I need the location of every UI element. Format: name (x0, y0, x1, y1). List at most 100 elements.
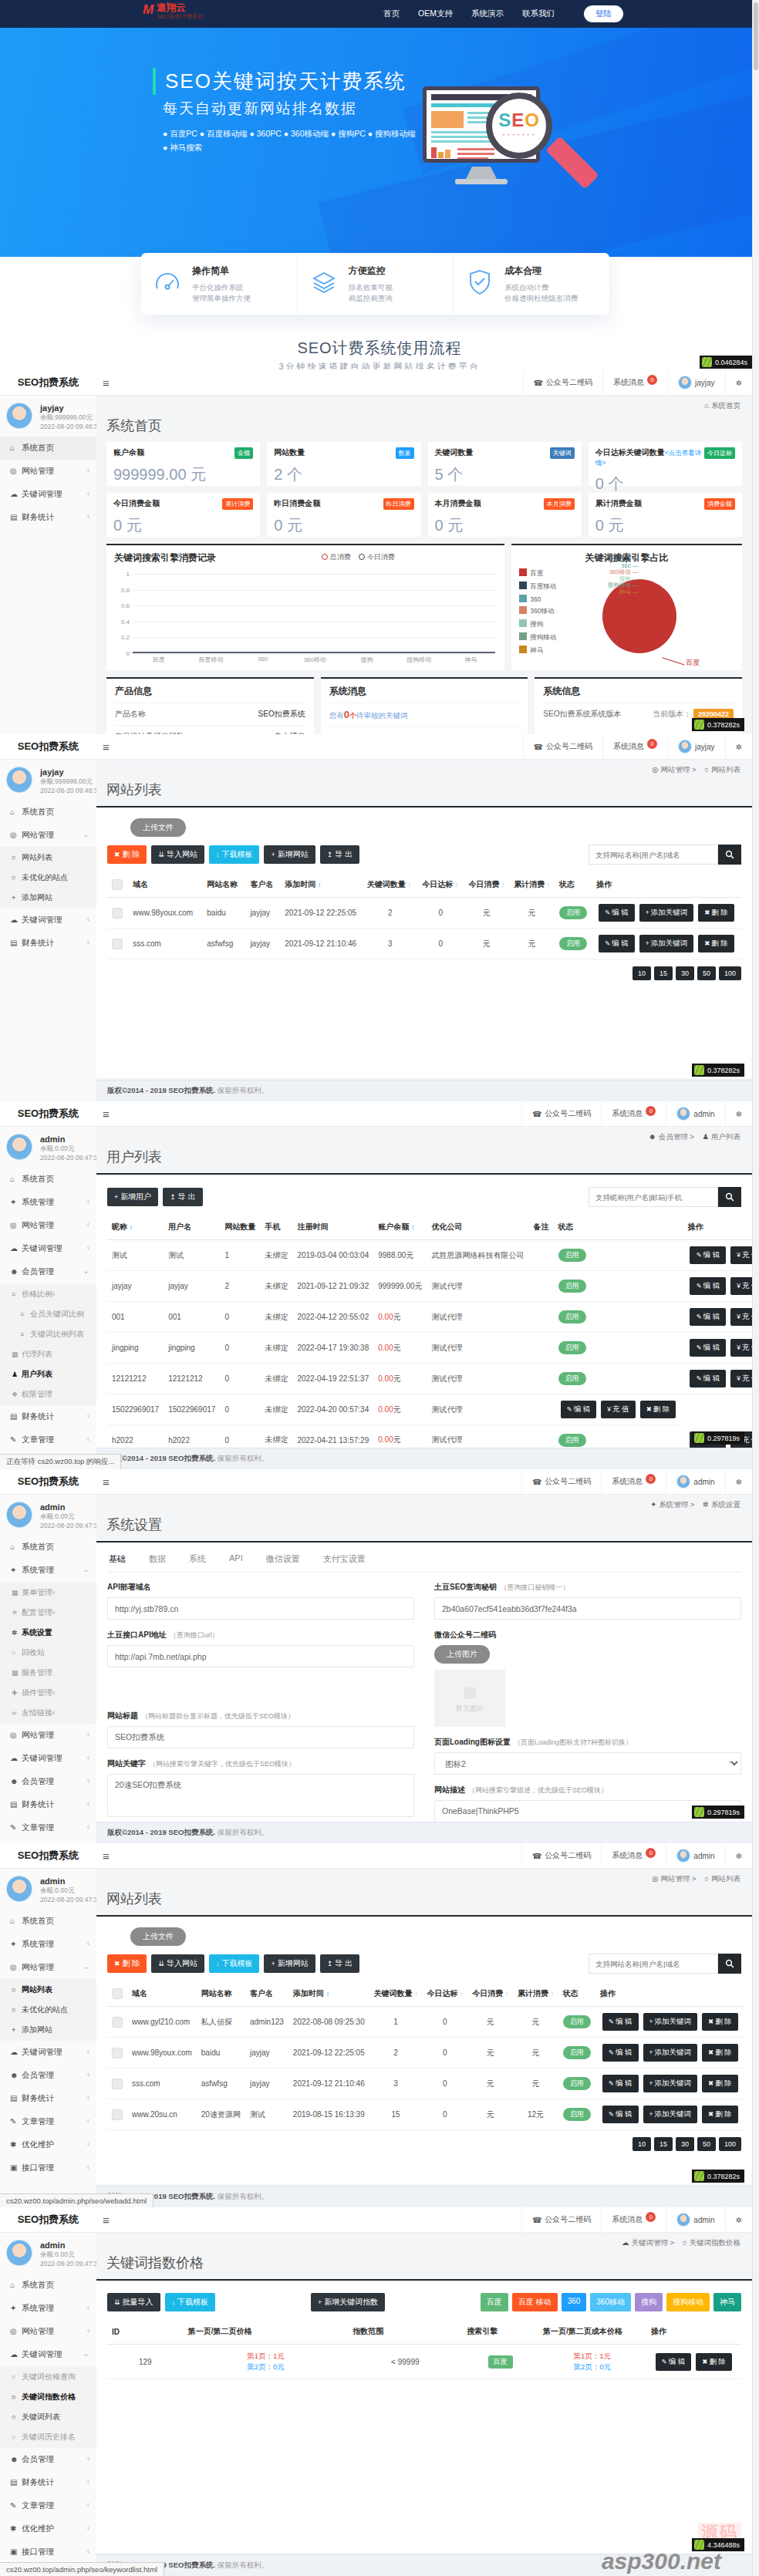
sidebar-item[interactable]: ✦系统管理‹ (0, 1191, 96, 1214)
select-all-checkbox[interactable] (112, 1988, 123, 1999)
sidebar-item[interactable]: ◎网站管理⌄ (0, 824, 96, 847)
breadcrumb-item[interactable]: 关键词指数价格 (690, 2238, 741, 2247)
breadcrumb-item[interactable]: 用户列表 (711, 1132, 740, 1141)
message-link[interactable]: 您有0个待审核的关键词 (329, 703, 520, 726)
sidebar-item[interactable]: ◎网站管理‹ (0, 460, 96, 483)
sidebar-subitem[interactable]: ≡价格比例‹ (0, 1284, 96, 1304)
action-button[interactable]: ✎编 辑 (690, 1308, 726, 1326)
sidebar-subitem[interactable]: ▦服务管理 (0, 1663, 96, 1683)
toolbar-button[interactable]: ✖删 除 (107, 845, 147, 864)
message-link[interactable]: 您有0个申请停止优化的关键词 (329, 726, 520, 734)
action-button[interactable]: ✎编 辑 (656, 2353, 692, 2371)
table-row[interactable]: www.gyl210.com私人侦探admin1232022-08-08 09:… (107, 2007, 745, 2038)
select-input[interactable]: 图标2 (434, 1752, 741, 1775)
menu-toggle-icon[interactable]: ≡ (96, 2214, 126, 2227)
sidebar-item[interactable]: ▤财务统计‹ (0, 506, 96, 529)
action-button[interactable]: ✎编 辑 (599, 935, 635, 953)
toolbar-button[interactable]: ⇊导入网站 (151, 845, 204, 864)
user-menu[interactable]: admin (666, 1101, 724, 1127)
action-button[interactable]: ✎编 辑 (690, 1277, 726, 1295)
text-input[interactable] (107, 1597, 414, 1620)
tab-基础[interactable]: 基础 (109, 1553, 126, 1565)
sidebar-item[interactable]: ⌂系统首页 (0, 801, 96, 824)
action-button[interactable]: +添加关键词 (643, 2075, 697, 2092)
sidebar-subitem[interactable]: ○关键词价格查询 (0, 2367, 96, 2387)
action-button[interactable]: ✎编 辑 (690, 1339, 726, 1357)
table-row[interactable]: 15022969017150229690170未绑定2022-04-20 00:… (107, 1394, 752, 1425)
breadcrumb-item[interactable]: 网站管理 (660, 1874, 690, 1883)
table-row[interactable]: jayjayjayjay2未绑定2021-09-12 21:09:3299999… (107, 1271, 752, 1302)
column-header[interactable]: 昵称 ↕ (107, 1215, 164, 1240)
action-button[interactable]: ¥充 值 (601, 1401, 635, 1418)
toolbar-button[interactable]: +新增关键词指数 (311, 2293, 385, 2311)
action-button[interactable]: ✎编 辑 (561, 1401, 597, 1418)
breadcrumb-item[interactable]: 关键词管理 (631, 2238, 668, 2247)
column-header[interactable]: 今日消费 ↕ (467, 1981, 513, 2007)
table-row[interactable]: 129第1页：1元第2页：0元< 99999百度第1页：1元第2页：0元✎编 辑… (107, 2345, 741, 2379)
system-message-button[interactable]: 系统消息0 (602, 734, 667, 760)
settings-gear-icon[interactable]: ✲ (725, 370, 752, 396)
table-row[interactable]: 12121212121212120未绑定2022-04-19 22:51:370… (107, 1364, 752, 1394)
row-checkbox[interactable] (112, 2079, 123, 2089)
table-row[interactable]: 0010010未绑定2022-04-12 20:55:020.00元测试代理启用… (107, 1302, 752, 1333)
sidebar-subitem[interactable]: ○未优化的站点 (0, 2000, 96, 2020)
page-size-option[interactable]: 30 (676, 2137, 694, 2151)
sidebar-item[interactable]: ◎网站管理‹ (0, 2320, 96, 2343)
action-button[interactable]: ✖删 除 (698, 935, 734, 953)
table-row[interactable]: www.20su.cn20速资源网测试2019-08-15 16:13:3915… (107, 2099, 745, 2130)
column-header[interactable]: 今日达标 ↕ (417, 872, 464, 898)
breadcrumb-item[interactable]: 系统首页 (711, 401, 740, 410)
menu-toggle-icon[interactable]: ≡ (96, 1475, 126, 1489)
engine-chip[interactable]: 360移动 (590, 2293, 631, 2311)
sidebar-subitem[interactable]: ❖权限管理 (0, 1384, 96, 1404)
sidebar-subitem[interactable]: ○网站列表 (0, 848, 96, 868)
settings-gear-icon[interactable]: ✲ (725, 1101, 752, 1127)
search-input[interactable] (589, 845, 718, 865)
action-button[interactable]: ¥充 值 (730, 1246, 752, 1264)
search-button[interactable] (718, 845, 741, 865)
action-button[interactable]: ✖删 除 (702, 2106, 738, 2123)
sidebar-item[interactable]: ▣接口管理‹ (0, 2541, 96, 2564)
toolbar-button[interactable]: ↥导 出 (320, 1954, 359, 1973)
sidebar-item[interactable]: ☻会员管理‹ (0, 2064, 96, 2087)
search-button[interactable] (718, 1954, 741, 1974)
settings-gear-icon[interactable]: ✲ (725, 2207, 752, 2233)
column-header[interactable]: 今日消费 ↕ (464, 872, 509, 898)
toolbar-button[interactable]: ↥导 出 (163, 1188, 202, 1206)
sidebar-item[interactable]: ✎文章管理‹ (0, 2110, 96, 2133)
row-checkbox[interactable] (112, 939, 123, 949)
sidebar-item[interactable]: ⌂系统首页 (0, 1168, 96, 1191)
sidebar-item[interactable]: ☁关键词管理‹ (0, 1237, 96, 1260)
sidebar-item[interactable]: ✎文章管理‹ (0, 1428, 96, 1452)
sidebar-item[interactable]: ◎网站管理‹ (0, 1214, 96, 1237)
column-header[interactable]: 累计消费 ↕ (513, 1981, 558, 2007)
nav-link[interactable]: 联系我们 (522, 8, 555, 19)
row-checkbox[interactable] (112, 2048, 123, 2058)
sidebar-subitem[interactable]: ✳配置管理‹ (0, 1603, 96, 1623)
toolbar-button[interactable]: ↥导 出 (320, 845, 359, 864)
engine-chip[interactable]: 搜狗 (635, 2293, 663, 2311)
sidebar-item[interactable]: ✎文章管理‹ (0, 1816, 96, 1839)
column-header[interactable]: 关键词数量 ↕ (369, 1981, 423, 2007)
sidebar-subitem[interactable]: ○关键词列表 (0, 2407, 96, 2427)
sidebar-item[interactable]: ▤财务统计‹ (0, 932, 96, 955)
page-size-option[interactable]: 100 (719, 966, 741, 980)
user-menu[interactable]: jayjay (667, 734, 725, 760)
tab-API[interactable]: API (229, 1553, 243, 1565)
nav-link[interactable]: OEM支持 (418, 8, 453, 19)
action-button[interactable]: +添加关键词 (639, 904, 693, 922)
action-button[interactable]: ¥充 值 (730, 1339, 752, 1357)
sidebar-subitem[interactable]: ○关键词指数价格 (0, 2387, 96, 2407)
qr-code-button[interactable]: ☎公众号二维码 (523, 370, 602, 396)
sidebar-item[interactable]: ⌂系统首页 (0, 1536, 96, 1559)
sidebar-subitem[interactable]: ♟用户列表 (0, 1364, 96, 1384)
action-button[interactable]: +添加关键词 (643, 2106, 697, 2123)
toolbar-button[interactable]: ✖删 除 (107, 1954, 147, 1973)
page-size-option[interactable]: 50 (697, 2137, 716, 2151)
system-message-button[interactable]: 系统消息0 (601, 2207, 666, 2233)
page-size-option[interactable]: 10 (632, 2137, 651, 2151)
qr-code-button[interactable]: ☎公众号二维码 (521, 1843, 601, 1869)
page-size-option[interactable]: 15 (654, 2137, 673, 2151)
detail-link[interactable]: <点击查看详情> (595, 449, 701, 467)
action-button[interactable]: ✎编 辑 (602, 2044, 639, 2062)
